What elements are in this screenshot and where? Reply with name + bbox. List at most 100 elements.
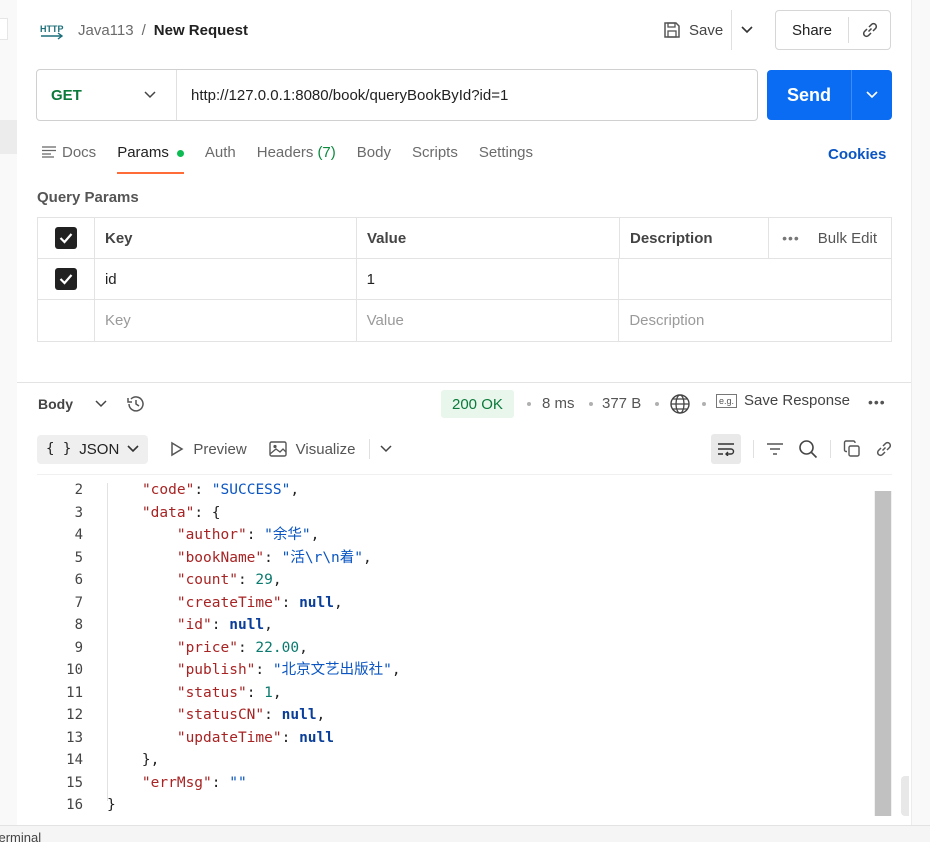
save-group: Save — [655, 10, 762, 50]
column-header-value: Value — [357, 218, 620, 258]
response-divider[interactable] — [17, 382, 911, 383]
line-number: 10 — [66, 662, 83, 678]
share-group: Share — [775, 10, 891, 50]
method-select[interactable]: GET — [37, 70, 177, 120]
save-response-button[interactable]: e.g. Save Response — [716, 392, 850, 409]
tab-headers[interactable]: Headers (7) — [257, 140, 336, 174]
search-icon — [799, 440, 818, 459]
copy-icon — [843, 440, 860, 457]
tab-scripts[interactable]: Scripts — [412, 140, 458, 174]
send-button[interactable]: Send — [767, 85, 851, 106]
terminal-tab[interactable]: Terminal — [0, 830, 41, 842]
tab-body[interactable]: Body — [357, 140, 391, 174]
page-title[interactable]: New Request — [154, 22, 248, 39]
link-icon — [876, 441, 892, 457]
vertical-scrollbar[interactable] — [874, 491, 892, 816]
filter-icon — [767, 443, 783, 455]
response-tools — [711, 434, 893, 464]
visualize-button[interactable]: Visualize — [268, 441, 355, 458]
method-label: GET — [51, 86, 82, 104]
response-body-label[interactable]: Body — [38, 396, 73, 412]
response-body-viewer[interactable]: 2 3 4 5 6 7 8 9 10 11 12 13 14 15 16 "co… — [37, 474, 892, 816]
code-line: "bookName": "活\r\n着", — [176, 549, 372, 566]
select-all-checkbox[interactable] — [55, 227, 77, 249]
copy-link-button[interactable] — [849, 21, 890, 39]
new-key-input[interactable]: Key — [95, 300, 357, 341]
line-number: 4 — [74, 527, 83, 543]
breadcrumb-separator: / — [141, 21, 146, 39]
send-group: Send — [767, 70, 892, 120]
svg-text:HTTP: HTTP — [40, 24, 64, 34]
response-time[interactable]: 8 ms — [542, 395, 575, 412]
history-icon[interactable] — [125, 394, 147, 414]
empty-checkbox-cell — [38, 300, 95, 341]
share-button[interactable]: Share — [776, 22, 848, 39]
bulk-edit-button[interactable]: ••• Bulk Edit — [769, 218, 891, 258]
chevron-down-icon[interactable] — [380, 445, 392, 453]
tab-auth[interactable]: Auth — [205, 140, 236, 174]
request-tabs: Docs Params Auth Headers (7) Body Script… — [42, 140, 554, 174]
chevron-down-icon[interactable] — [95, 400, 107, 408]
preview-button[interactable]: Preview — [170, 441, 247, 458]
line-number: 5 — [74, 549, 83, 566]
code-line: "status": 1, — [176, 684, 282, 701]
line-number: 3 — [74, 504, 83, 521]
status-badge[interactable]: 200 OK — [441, 390, 514, 418]
new-description-input[interactable]: Description — [619, 300, 891, 341]
play-icon — [171, 441, 184, 457]
code-lines: "code": "SUCCESS", "data": { "author": "… — [107, 479, 401, 817]
headers-count: (7) — [317, 144, 336, 161]
save-label: Save — [689, 21, 724, 39]
example-icon: e.g. — [716, 393, 738, 408]
globe-icon[interactable] — [669, 393, 691, 415]
table-header-row: Key Value Description ••• Bulk Edit — [38, 218, 891, 259]
tab-scripts-label: Scripts — [411, 144, 458, 161]
save-options-button[interactable] — [732, 10, 762, 50]
send-options-button[interactable] — [852, 91, 892, 99]
param-value[interactable]: 1 — [357, 259, 620, 299]
code-line: } — [107, 797, 116, 813]
bulk-edit-label: Bulk Edit — [817, 229, 877, 247]
copy-button[interactable] — [843, 440, 861, 458]
response-size[interactable]: 377 B — [602, 395, 641, 412]
line-number: 12 — [66, 707, 83, 723]
more-options-icon[interactable]: ••• — [868, 394, 886, 410]
right-sidebar-edge — [901, 0, 930, 842]
tab-settings[interactable]: Settings — [479, 140, 533, 174]
code-line: "id": null, — [176, 617, 273, 633]
line-number: 9 — [74, 639, 83, 656]
cookies-link[interactable]: Cookies — [828, 146, 886, 163]
response-bar: Body 200 OK 8 ms 377 B e.g. Save Respons… — [38, 390, 893, 418]
wrap-lines-icon — [718, 443, 735, 456]
copy-link-response-button[interactable] — [875, 440, 893, 458]
filter-button[interactable] — [766, 442, 784, 456]
new-value-input[interactable]: Value — [357, 300, 620, 341]
wrap-lines-button[interactable] — [711, 434, 741, 464]
code-line: "author": "余华", — [176, 527, 320, 543]
params-active-dot — [176, 150, 184, 157]
scrollbar-thumb[interactable] — [875, 491, 891, 816]
code-line: "price": 22.00, — [176, 639, 308, 656]
code-line: "createTime": null, — [176, 594, 343, 611]
status-bar: Terminal — [0, 825, 930, 842]
tab-headers-label: Headers — [256, 144, 314, 161]
param-key[interactable]: id — [95, 259, 357, 299]
code-line: }, — [141, 752, 160, 768]
line-number: 14 — [66, 752, 83, 768]
param-description[interactable] — [619, 259, 891, 299]
tab-docs[interactable]: Docs — [42, 140, 96, 174]
breadcrumb-collection[interactable]: Java113 — [78, 22, 134, 39]
line-number: 6 — [74, 572, 83, 588]
table-row-empty: Key Value Description — [38, 300, 891, 341]
line-number: 8 — [74, 617, 83, 633]
format-label: JSON — [79, 440, 120, 458]
format-select[interactable]: { } JSON — [37, 434, 149, 464]
search-button[interactable] — [798, 439, 818, 459]
row-checkbox[interactable] — [54, 268, 77, 290]
chevron-down-icon — [866, 91, 878, 99]
url-bar: GET — [36, 69, 758, 121]
url-input[interactable] — [177, 86, 757, 104]
tab-params[interactable]: Params — [117, 140, 184, 174]
save-button[interactable]: Save — [655, 10, 731, 50]
image-icon — [268, 441, 287, 457]
